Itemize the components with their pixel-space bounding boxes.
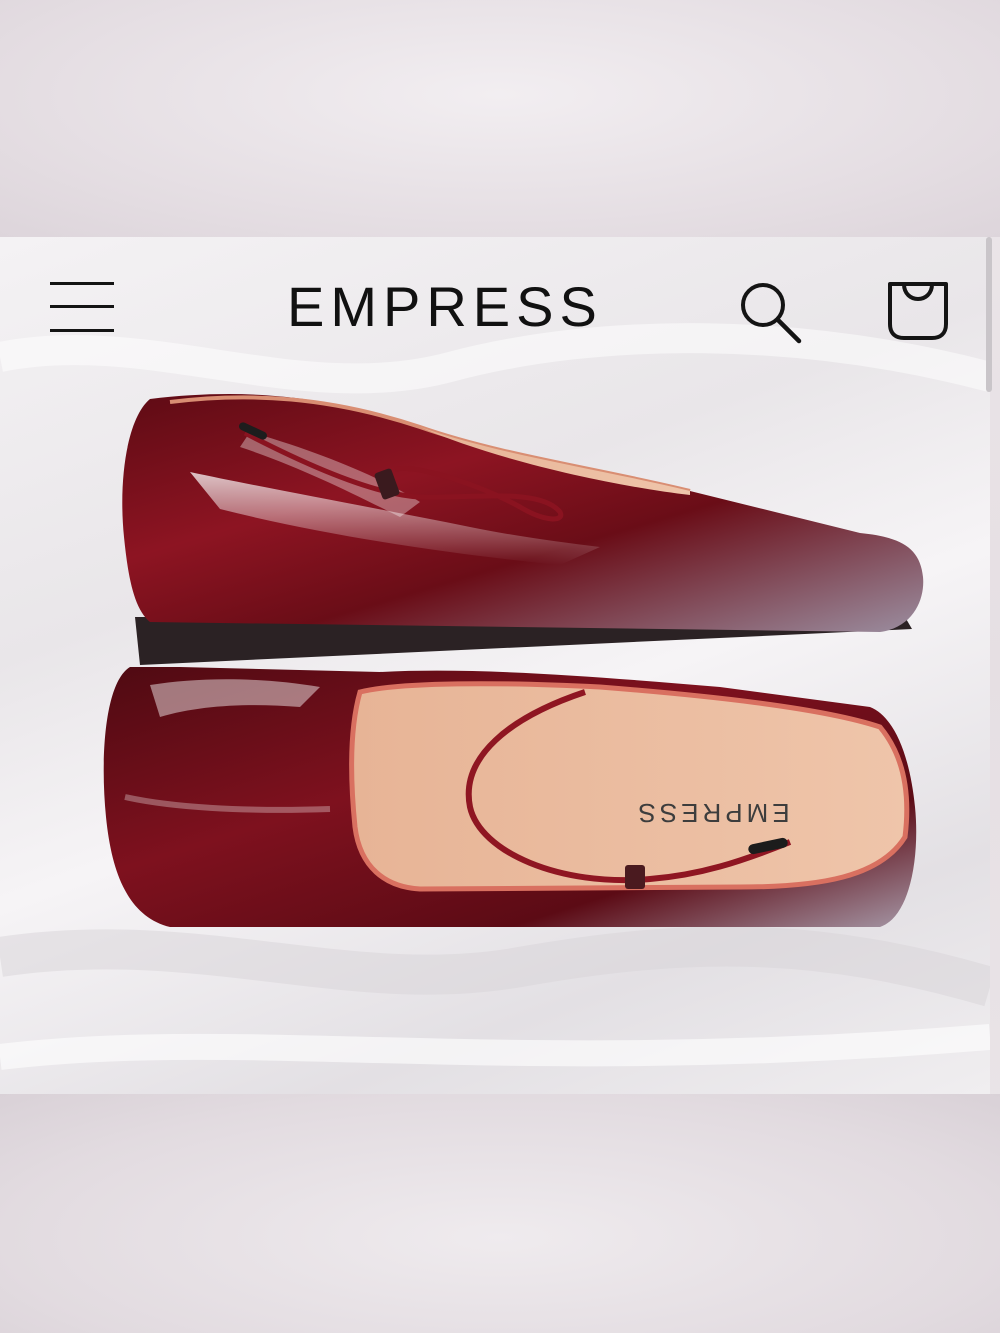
hamburger-line	[50, 329, 114, 332]
svg-text:EMPRESS: EMPRESS	[634, 798, 789, 828]
scrollbar[interactable]	[986, 237, 992, 392]
menu-button[interactable]	[50, 279, 114, 335]
search-icon	[741, 283, 802, 344]
search-button[interactable]	[735, 277, 805, 347]
hamburger-menu-icon	[50, 282, 114, 285]
shopping-bag-icon	[888, 282, 948, 340]
app-screen: EMPRESS EMPRESS	[0, 237, 990, 1094]
blurred-backdrop-bottom	[0, 1094, 1000, 1333]
blurred-backdrop-top	[0, 0, 1000, 237]
hamburger-line	[50, 305, 114, 308]
site-header: EMPRESS	[0, 237, 990, 377]
cart-button[interactable]	[882, 274, 954, 346]
insole-print: EMPRESS	[634, 798, 789, 828]
brand-logo[interactable]: EMPRESS	[287, 277, 657, 337]
